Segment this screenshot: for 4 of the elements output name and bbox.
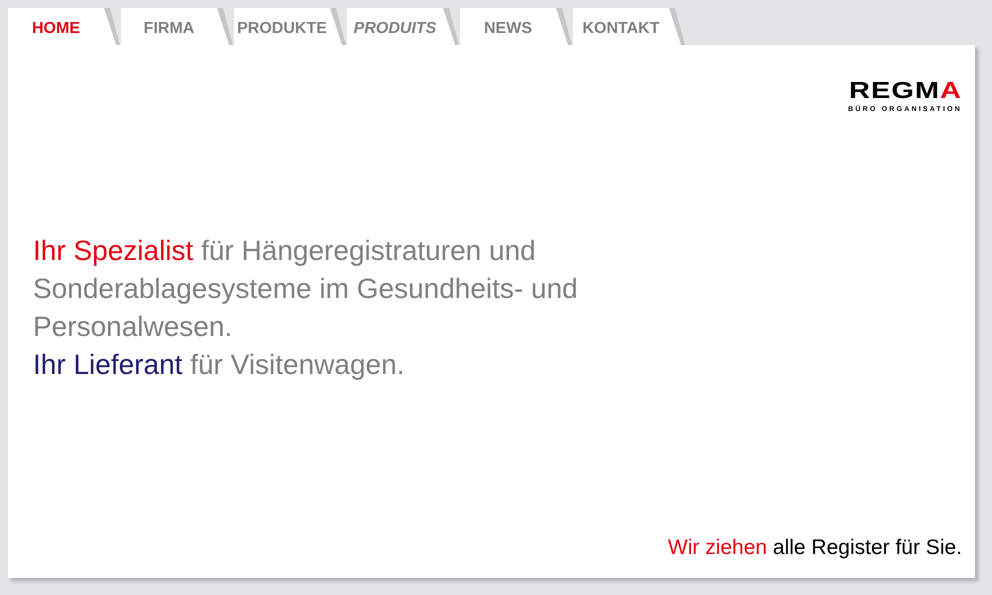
- headline-text: Ihr Spezialist für Hängeregistraturen und Sonderablagesysteme im Gesundheits- und Personalwesen.: [33, 234, 579, 344]
- slogan-text: Wir ziehen alle Register für Sie.: [668, 534, 962, 560]
- logo-wordmark: REGMA: [849, 80, 962, 103]
- headline-text: Ihr Lieferant für Visitenwagen.: [33, 348, 406, 382]
